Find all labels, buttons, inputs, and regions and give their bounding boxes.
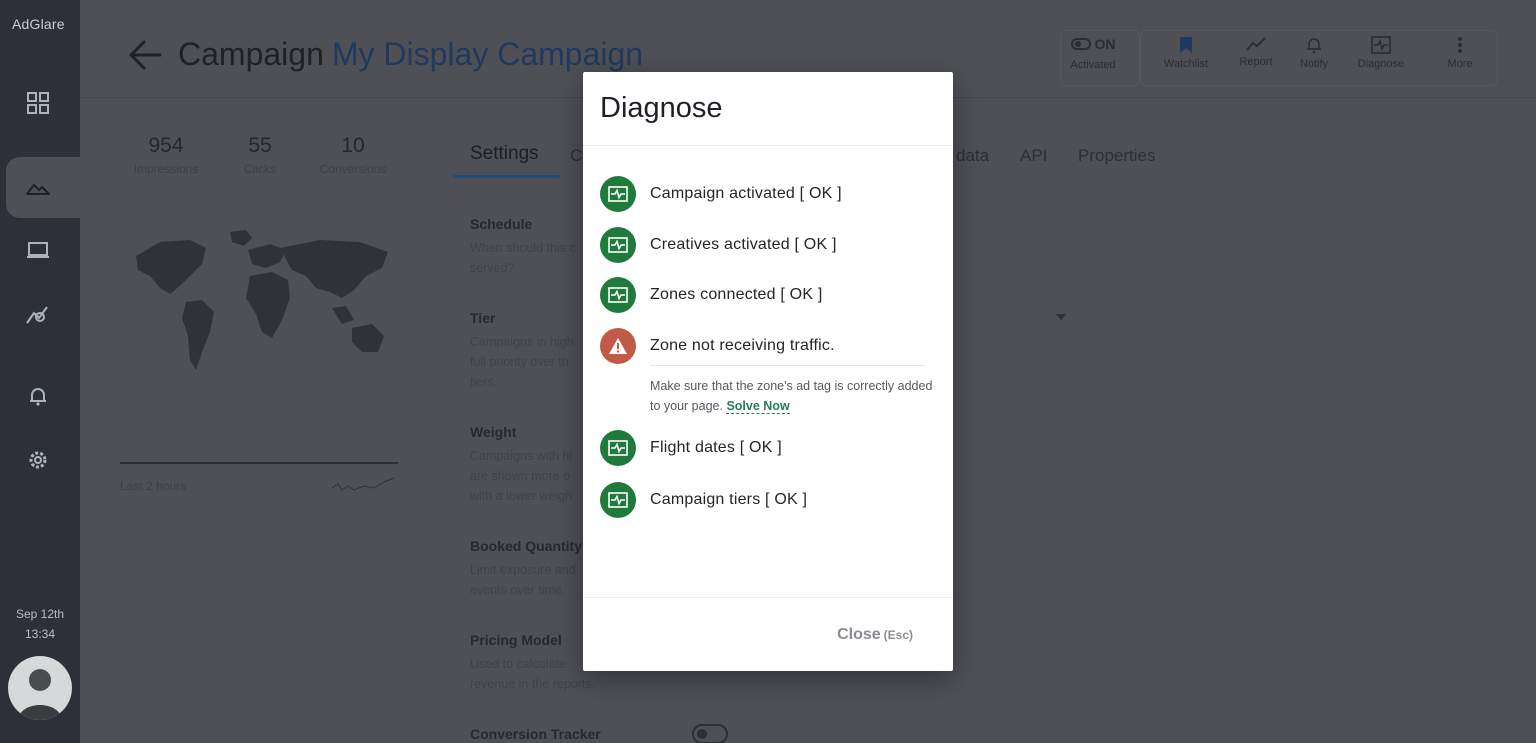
notify-button[interactable]: Notify [1279,36,1349,70]
modal-footer: Close (Esc) [583,597,953,671]
warning-divider [650,365,925,366]
check-item: Zones connected [ OK ] [600,277,823,313]
watchlist-button[interactable]: Watchlist [1151,36,1221,70]
more-vertical-icon [1458,37,1462,53]
stat-conversions: 10 Conversions [315,134,391,176]
status-label: Activated [1070,59,1116,71]
check-item: Flight dates [ OK ] [600,430,782,466]
sidebar-date: Sep 12th [15,607,65,621]
analytics-icon[interactable] [24,300,52,328]
dashboard-icon[interactable] [24,89,52,117]
check-item: Campaign tiers [ OK ] [600,482,807,518]
stat-impressions: 954 Impressions [130,134,202,176]
sidebar: AdGlare Sep 12th 13:34 [0,0,80,743]
tier-dropdown-caret-icon[interactable] [1056,314,1066,320]
campaign-name[interactable]: My Display Campaign [332,36,643,72]
tab-api[interactable]: API [1020,146,1047,166]
check-item-warning: Zone not receiving traffic. [600,328,835,364]
modal-title: Diagnose [600,92,723,124]
setting-name: Conversion Tracker [470,726,601,742]
setting-schedule: Schedule When should this c served? [470,216,580,278]
check-ok-icon [600,482,636,518]
check-text: Creatives activated [ OK ] [650,236,837,253]
report-icon [1246,37,1266,51]
tab-settings[interactable]: Settings [470,143,539,165]
stat-clicks: 55 Clicks [235,134,285,176]
back-arrow-icon[interactable] [128,38,162,77]
tab-properties[interactable]: Properties [1078,146,1155,166]
tab-underline [453,175,560,178]
avatar[interactable] [8,656,72,720]
campaigns-icon[interactable] [24,174,52,202]
more-label: More [1447,58,1473,70]
diagnose-modal: Diagnose Campaign activated [ OK ] Creat… [583,72,953,671]
setting-desc: Campaigns in high full priority over th ti… [470,335,574,389]
check-ok-icon [600,277,636,313]
diagnose-label: Diagnose [1357,58,1405,70]
close-button[interactable]: Close (Esc) [837,626,913,644]
stat-label: Impressions [133,162,199,176]
tab-data[interactable]: data [956,146,989,166]
check-text: Zones connected [ OK ] [650,286,823,303]
sparkline [330,474,396,499]
stat-value: 10 [341,134,365,157]
setting-name: Booked Quantity [470,538,583,554]
diagnose-button[interactable]: Diagnose [1346,36,1416,70]
settings-icon[interactable] [24,446,52,474]
monitor-icon[interactable] [24,237,52,265]
sidebar-time: 13:34 [24,627,56,641]
check-text: Campaign activated [ OK ] [650,185,842,202]
setting-name: Schedule [470,216,533,232]
bell-icon [1307,38,1321,54]
setting-name: Tier [470,310,496,326]
modal-header: Diagnose [583,72,953,146]
check-text: Campaign tiers [ OK ] [650,491,808,508]
app-logo[interactable]: AdGlare [12,16,65,32]
check-ok-icon [600,430,636,466]
diagnose-icon [1371,36,1391,54]
setting-weight: Weight Campaigns with hi are shown more o… [470,424,580,506]
stat-label: Clicks [244,162,276,176]
page-title: Campaign My Display Campaign [178,36,643,73]
close-shortcut-hint: (Esc) [883,628,913,642]
watchlist-label: Watchlist [1163,58,1209,70]
warning-help-text: Make sure that the zone's ad tag is corr… [650,379,933,413]
more-button[interactable]: More [1425,36,1495,70]
setting-conversion-tracker: Conversion Tracker [470,726,601,742]
stat-label: Conversions [319,162,387,176]
setting-tier: Tier Campaigns in high full priority over… [470,310,580,392]
setting-desc: Campaigns with hi are shown more o with a … [470,449,573,503]
setting-name: Weight [470,424,517,440]
tab-partial[interactable]: C [570,146,582,166]
setting-desc: When should this c served? [470,241,576,275]
status-on-label: ON [1094,36,1116,52]
close-label: Close [837,626,881,643]
alerts-icon[interactable] [24,382,52,410]
check-item: Creatives activated [ OK ] [600,227,837,263]
world-map [120,228,398,383]
conversion-tracker-toggle[interactable] [692,724,728,743]
toggle-icon [1070,38,1091,50]
setting-booked-quantity: Booked Quantity Limit exposure and events… [470,538,582,600]
warning-help: Make sure that the zone's ad tag is corr… [650,376,940,416]
sidebar-datetime: Sep 12th 13:34 [0,604,80,644]
solve-now-link[interactable]: Solve Now [726,399,790,414]
stat-value: 55 [248,134,272,157]
setting-desc: Limit exposure and events over time. [470,563,576,597]
bookmark-icon [1180,37,1192,53]
check-text: Zone not receiving traffic. [650,337,835,354]
chart-baseline [120,462,398,464]
chart-timeframe: Last 2 hours [120,479,187,493]
check-text: Flight dates [ OK ] [650,439,782,456]
check-item: Campaign activated [ OK ] [600,176,842,212]
activate-toggle[interactable]: ON Activated [1058,36,1128,71]
notify-label: Notify [1299,58,1329,70]
check-ok-icon [600,227,636,263]
warning-triangle-icon [600,328,636,364]
page-title-prefix: Campaign [178,36,324,72]
check-ok-icon [600,176,636,212]
stat-value: 954 [148,134,184,157]
